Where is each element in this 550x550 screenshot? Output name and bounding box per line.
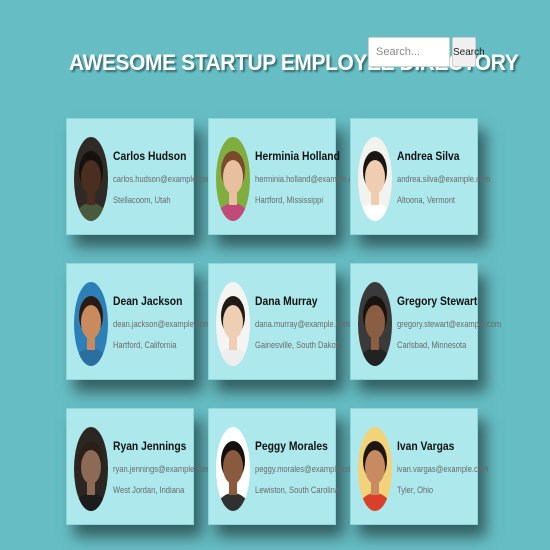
avatar [216, 427, 250, 511]
avatar [216, 137, 250, 221]
employee-name: Carlos Hudson [113, 149, 187, 163]
employee-card[interactable]: Carlos Hudson carlos.hudson@example.com … [66, 118, 213, 235]
employee-location: Tyler, Ohio [397, 485, 434, 495]
employee-name: Andrea Silva [397, 149, 460, 163]
employee-name: Dana Murray [255, 294, 318, 308]
avatar [358, 282, 392, 366]
employee-email: peggy.morales@example.com [255, 464, 357, 474]
avatar [74, 137, 108, 221]
employee-email: dean.jackson@example.com [113, 319, 211, 329]
employee-card[interactable]: Andrea Silva andrea.silva@example.com Al… [350, 118, 490, 235]
search-input[interactable] [368, 37, 450, 67]
employee-location: Altoona, Vermont [397, 195, 455, 205]
avatar [74, 427, 108, 511]
employee-card[interactable]: Ryan Jennings ryan.jennings@example.com … [66, 408, 211, 525]
employee-location: Gainesville, South Dakota [255, 340, 342, 350]
employee-email: dana.murray@example.com [255, 319, 351, 329]
employee-name: Ivan Vargas [397, 439, 455, 453]
employee-card[interactable]: Peggy Morales peggy.morales@example.com … [208, 408, 357, 525]
employee-location: Hartford, California [113, 340, 177, 350]
avatar [74, 282, 108, 366]
employee-card[interactable]: Ivan Vargas ivan.vargas@example.com Tyle… [350, 408, 488, 525]
employee-name: Herminia Holland [255, 149, 340, 163]
employee-card[interactable]: Dana Murray dana.murray@example.com Gain… [208, 263, 350, 380]
employee-location: Stellacoom, Utah [113, 195, 171, 205]
employee-email: andrea.silva@example.com [397, 174, 491, 184]
employee-name: Gregory Stewart [397, 294, 478, 308]
employee-location: Lewiston, South Carolina [255, 485, 340, 495]
employee-location: West Jordan, Indiana [113, 485, 185, 495]
page-title: AWESOME STARTUP EMPLOYEE DIRECTORY [69, 50, 519, 75]
employee-card[interactable]: Dean Jackson dean.jackson@example.com Ha… [66, 263, 210, 380]
employee-card[interactable]: Herminia Holland herminia.holland@exampl… [208, 118, 363, 235]
avatar [216, 282, 250, 366]
employee-name: Peggy Morales [255, 439, 328, 453]
avatar [358, 427, 392, 511]
employee-name: Ryan Jennings [113, 439, 187, 453]
employee-email: herminia.holland@example.com [255, 174, 364, 184]
employee-location: Carlsbad, Minnesota [397, 340, 467, 350]
employee-card[interactable]: Gregory Stewart gregory.stewart@example.… [350, 263, 501, 380]
employee-email: gregory.stewart@example.com [397, 319, 502, 329]
search-button[interactable]: Search [452, 37, 485, 67]
employee-email: ivan.vargas@example.com [397, 464, 489, 474]
avatar [358, 137, 392, 221]
employee-name: Dean Jackson [113, 294, 183, 308]
employee-location: Hartford, Mississippi [255, 195, 324, 205]
employee-email: carlos.hudson@example.com [113, 174, 213, 184]
employee-email: ryan.jennings@example.com [113, 464, 211, 474]
